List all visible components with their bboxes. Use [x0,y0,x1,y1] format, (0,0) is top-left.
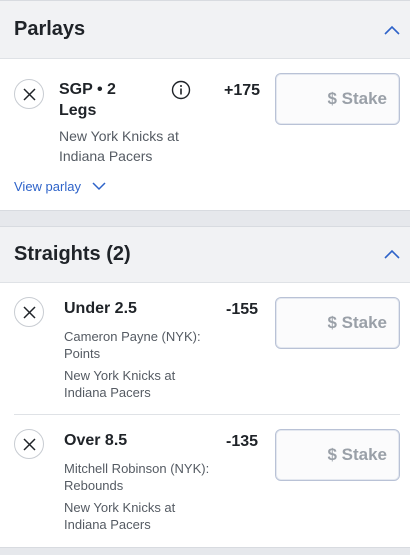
straights-section: Straights (2) Under 2.5 -155 $ Stake Cam… [0,226,410,548]
parlays-header[interactable]: Parlays [0,1,410,59]
remove-straight-button[interactable] [14,297,44,327]
straight-bet-title: Under 2.5 [64,300,137,317]
straight-stake-input[interactable]: $ Stake [275,297,400,349]
parlay-title-line1: SGP • 2 [59,81,116,98]
straights-title: Straights (2) [14,243,131,265]
straight-player-line1: Mitchell Robinson (NYK): [64,461,210,476]
straight-bet-title: Over 8.5 [64,432,128,449]
straight-player-line2: Rebounds [64,478,124,493]
chevron-down-icon[interactable] [92,181,106,191]
parlay-stake-input[interactable]: $ Stake [275,73,400,125]
straight-event-line2: Indiana Pacers [64,385,151,400]
view-parlay-link[interactable]: View parlay [14,179,81,194]
straight-bet-odds: -155 [226,301,259,318]
chevron-up-icon[interactable] [382,21,402,41]
stake-placeholder: $ Stake [327,445,387,464]
parlay-title-line2: Legs [59,102,97,119]
chevron-up-icon[interactable] [382,245,402,265]
straights-header[interactable]: Straights (2) [0,227,410,283]
straight-event-line1: New York Knicks at [64,368,176,383]
parlays-section: Parlays SGP • 2 Legs +175 $ Stake New Yo… [0,0,410,211]
straight-player-line1: Cameron Payne (NYK): [64,329,201,344]
straight-bet-odds: -135 [226,433,259,450]
straight-event-line1: New York Knicks at [64,500,176,515]
parlay-event-line1: New York Knicks at [59,128,179,144]
straight-event-line2: Indiana Pacers [64,517,151,532]
straight-player-line2: Points [64,346,101,361]
remove-straight-button[interactable] [14,429,44,459]
close-icon [23,306,36,319]
close-icon [23,88,36,101]
stake-placeholder: $ Stake [327,89,387,108]
info-icon[interactable] [171,80,191,100]
bet-divider [14,414,400,415]
straight-stake-input[interactable]: $ Stake [275,429,400,481]
parlay-odds: +175 [224,82,261,99]
stake-placeholder: $ Stake [327,313,387,332]
parlays-title: Parlays [14,18,86,40]
close-icon [23,438,36,451]
remove-parlay-button[interactable] [14,79,44,109]
parlay-event-line2: Indiana Pacers [59,148,153,164]
